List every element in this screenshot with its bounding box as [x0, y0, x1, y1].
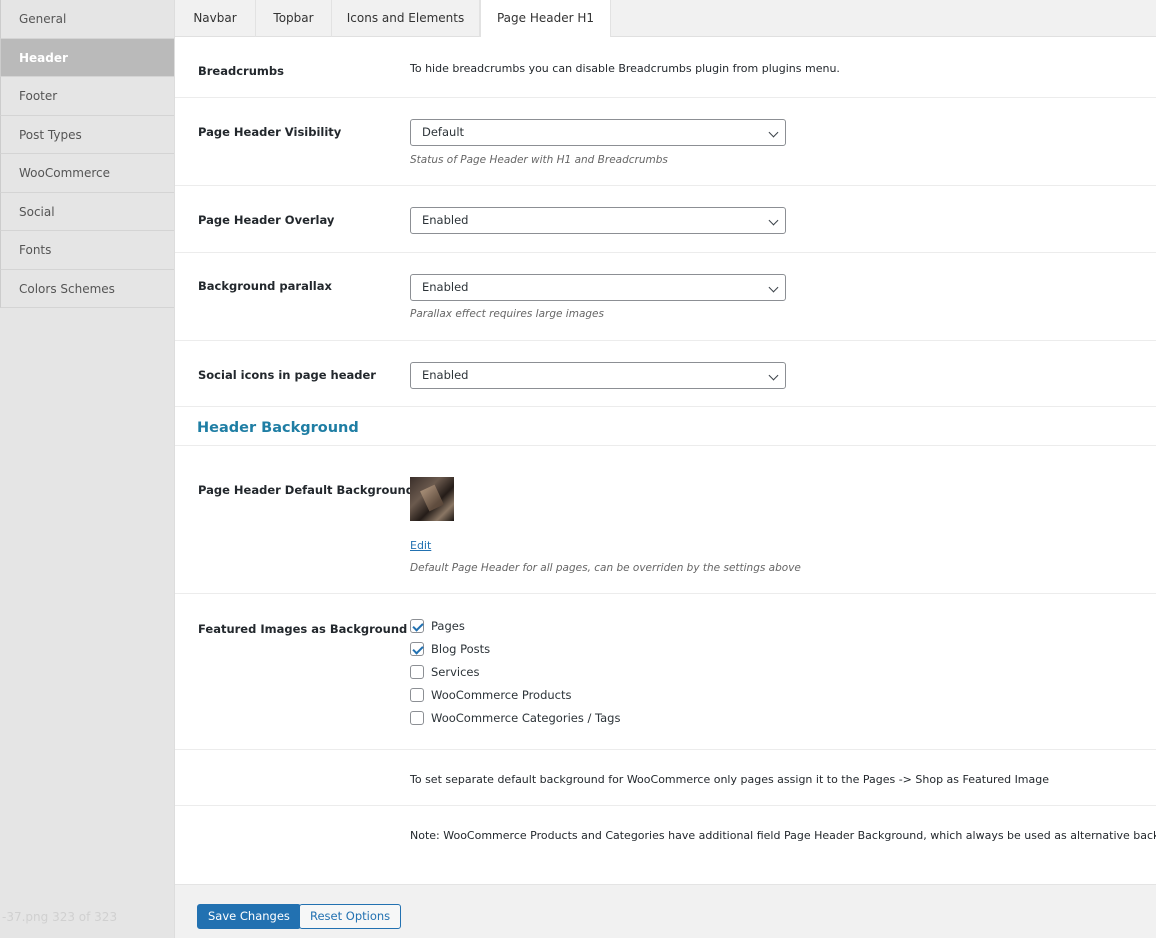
- sidebar-item-footer[interactable]: Footer: [0, 77, 174, 116]
- page-header-visibility-label: Page Header Visibility: [198, 125, 342, 139]
- reset-options-button[interactable]: Reset Options: [299, 904, 402, 929]
- services-checkbox[interactable]: [410, 665, 424, 679]
- page-header-overlay-value: Enabled: [422, 213, 469, 227]
- social-icons-select[interactable]: Enabled: [410, 362, 786, 389]
- blog-posts-checkbox[interactable]: [410, 642, 424, 656]
- page-header-visibility-desc: Status of Page Header with H1 and Breadc…: [410, 154, 668, 166]
- sidebar-item-fonts[interactable]: Fonts: [0, 231, 174, 270]
- page-header-overlay-label: Page Header Overlay: [198, 213, 335, 227]
- row-social-icons: Social icons in page header Enabled: [175, 341, 1156, 407]
- background-parallax-value: Enabled: [422, 280, 469, 294]
- checkbox-row-blog-posts[interactable]: Blog Posts: [410, 641, 490, 657]
- chevron-down-icon: [768, 282, 779, 293]
- checkbox-row-woocommerce-categories[interactable]: WooCommerce Categories / Tags: [410, 710, 620, 726]
- row-breadcrumbs: Breadcrumbs To hide breadcrumbs you can …: [175, 37, 1156, 98]
- tab-page-header-h1[interactable]: Page Header H1: [480, 0, 611, 38]
- sidebar-item-woocommerce[interactable]: WooCommerce: [0, 154, 174, 193]
- woocommerce-products-checkbox[interactable]: [410, 688, 424, 702]
- sidebar-item-social[interactable]: Social: [0, 192, 174, 231]
- row-woo-shop-note: To set separate default background for W…: [175, 750, 1156, 806]
- background-parallax-desc: Parallax effect requires large images: [410, 308, 604, 320]
- pages-checkbox[interactable]: [410, 619, 424, 633]
- sidebar-item-post-types[interactable]: Post Types: [0, 115, 174, 154]
- social-icons-label: Social icons in page header: [198, 368, 376, 382]
- tab-topbar[interactable]: Topbar: [256, 0, 332, 37]
- tab-navbar[interactable]: Navbar: [175, 0, 256, 37]
- edit-background-link[interactable]: Edit: [410, 539, 431, 552]
- social-icons-value: Enabled: [422, 368, 469, 382]
- chevron-down-icon: [768, 215, 779, 226]
- services-checkbox-label: Services: [431, 665, 480, 679]
- sidebar-item-colors-schemes[interactable]: Colors Schemes: [0, 269, 174, 308]
- tab-bar: Navbar Topbar Icons and Elements Page He…: [175, 0, 1156, 38]
- checkbox-row-pages[interactable]: Pages: [410, 618, 465, 634]
- checkbox-row-services[interactable]: Services: [410, 664, 480, 680]
- thumbnail-highlight: [420, 484, 444, 512]
- breadcrumbs-label: Breadcrumbs: [198, 64, 284, 78]
- default-background-label: Page Header Default Background: [198, 483, 414, 497]
- woocommerce-categories-checkbox-label: WooCommerce Categories / Tags: [431, 711, 621, 725]
- chevron-down-icon: [768, 127, 779, 138]
- page-header-visibility-select[interactable]: Default: [410, 119, 786, 146]
- woocommerce-categories-checkbox[interactable]: [410, 711, 424, 725]
- pages-checkbox-label: Pages: [431, 619, 465, 633]
- checkbox-row-woocommerce-products[interactable]: WooCommerce Products: [410, 687, 572, 703]
- page-header-visibility-value: Default: [422, 125, 465, 139]
- default-background-desc: Default Page Header for all pages, can b…: [410, 562, 801, 574]
- woo-shop-note: To set separate default background for W…: [410, 773, 1050, 786]
- featured-images-label: Featured Images as Background: [198, 622, 408, 636]
- row-page-header-visibility: Page Header Visibility Default Status of…: [175, 98, 1156, 186]
- default-background-thumbnail[interactable]: [410, 477, 454, 521]
- row-page-header-overlay: Page Header Overlay Enabled: [175, 186, 1156, 253]
- row-woo-products-note: Note: WooCommerce Products and Categorie…: [175, 806, 1156, 884]
- sidebar: General Header Footer Post Types WooComm…: [0, 0, 175, 938]
- footer-bar: Save Changes Reset Options: [175, 884, 1156, 938]
- sidebar-item-header[interactable]: Header: [0, 38, 174, 77]
- section-header-divider: [175, 407, 1156, 446]
- save-changes-button[interactable]: Save Changes: [197, 904, 301, 929]
- row-featured-images: Featured Images as Background: [175, 594, 1156, 750]
- breadcrumbs-note: To hide breadcrumbs you can disable Brea…: [410, 62, 840, 75]
- row-background-parallax: Background parallax Enabled Parallax eff…: [175, 253, 1156, 341]
- sidebar-item-general[interactable]: General: [0, 0, 174, 39]
- tab-icons-and-elements[interactable]: Icons and Elements: [332, 0, 480, 37]
- woocommerce-products-checkbox-label: WooCommerce Products: [431, 688, 572, 702]
- blog-posts-checkbox-label: Blog Posts: [431, 642, 491, 656]
- page-header-overlay-select[interactable]: Enabled: [410, 207, 786, 234]
- sidebar-footer-text: -37.png 323 of 323: [2, 910, 118, 924]
- background-parallax-select[interactable]: Enabled: [410, 274, 786, 301]
- woo-products-note: Note: WooCommerce Products and Categorie…: [410, 829, 1156, 842]
- settings-panel: Breadcrumbs To hide breadcrumbs you can …: [175, 37, 1156, 884]
- chevron-down-icon: [768, 370, 779, 381]
- background-parallax-label: Background parallax: [198, 279, 332, 293]
